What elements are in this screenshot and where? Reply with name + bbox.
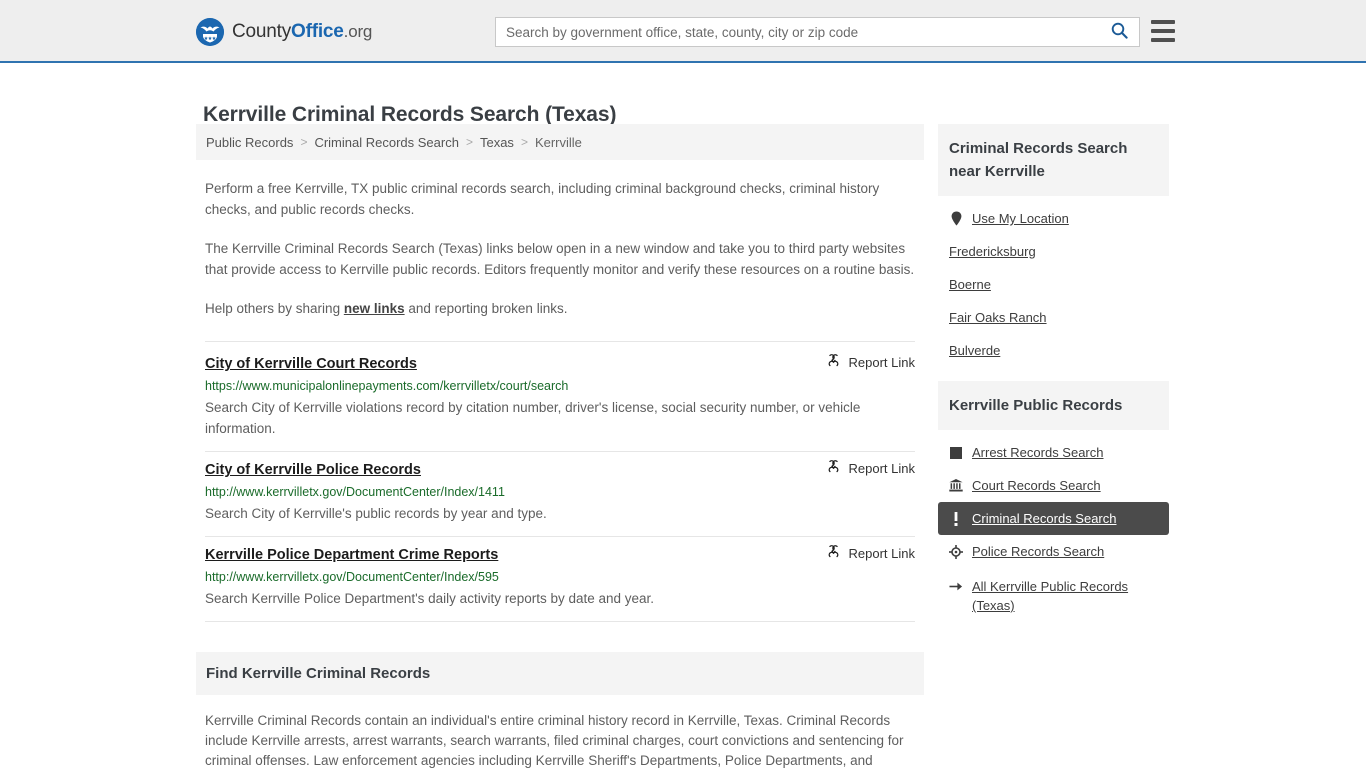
search-button[interactable]: [1099, 18, 1139, 46]
find-records-heading: Find Kerrville Criminal Records: [196, 652, 924, 695]
search-input[interactable]: [496, 19, 1099, 45]
record-link-description: Search Kerrville Police Department's dai…: [205, 591, 655, 606]
sidebar-item-label[interactable]: Bulverde: [949, 343, 1000, 358]
breadcrumb-separator: >: [300, 135, 308, 149]
arrow-right-icon: [949, 579, 963, 593]
main-content: Public Records > Criminal Records Search…: [196, 124, 924, 768]
find-records-body: Kerrville Criminal Records contain an in…: [205, 713, 904, 768]
sidebar-item-label[interactable]: Fair Oaks Ranch: [949, 310, 1047, 325]
intro-text: Perform a free Kerrville, TX public crim…: [196, 178, 924, 319]
sidebar-item-use-my-location[interactable]: Use My Location: [938, 202, 1169, 235]
intro-p3-after: and reporting broken links.: [404, 301, 568, 316]
sidebar-item-court-records-search[interactable]: Court Records Search: [938, 469, 1169, 502]
sidebar-item-label[interactable]: Arrest Records Search: [972, 445, 1104, 460]
record-links-list: City of Kerrville Court Records Report L…: [196, 341, 924, 622]
site-header: CountyOffice.org: [0, 0, 1366, 63]
sidebar: Criminal Records Search near Kerrville U…: [938, 124, 1169, 624]
site-logo[interactable]: CountyOffice.org: [196, 18, 372, 46]
record-link-description: Search City of Kerrville violations reco…: [205, 400, 861, 436]
list-item: City of Kerrville Court Records Report L…: [205, 341, 915, 452]
breadcrumb-item-texas[interactable]: Texas: [480, 135, 514, 150]
sidebar-item-label[interactable]: Use My Location: [972, 211, 1069, 226]
logo-text-org: .org: [343, 22, 373, 41]
link-header-row: City of Kerrville Court Records Report L…: [205, 353, 915, 372]
intro-paragraph-2: The Kerrville Criminal Records Search (T…: [205, 241, 915, 277]
record-link-url: http://www.kerrvilletx.gov/DocumentCente…: [205, 485, 505, 499]
record-link-description: Search City of Kerrville's public record…: [205, 506, 547, 521]
hamburger-bar: [1151, 38, 1175, 42]
sidebar-item-label[interactable]: Court Records Search: [972, 478, 1101, 493]
record-link-url: https://www.municipalonlinepayments.com/…: [205, 379, 569, 393]
breadcrumb-item-public-records[interactable]: Public Records: [206, 135, 293, 150]
report-link-label: Report Link: [848, 460, 915, 476]
find-records-section: Find Kerrville Criminal Records Kerrvill…: [196, 652, 924, 768]
sidebar-item-label[interactable]: All Kerrville Public Records (Texas): [972, 577, 1158, 615]
hamburger-bar: [1151, 29, 1175, 33]
square-icon: [949, 446, 963, 460]
report-link-label: Report Link: [848, 545, 915, 561]
logo-text-county: County: [232, 21, 292, 42]
breadcrumb-separator: >: [465, 135, 473, 149]
sidebar-item-police-records-search[interactable]: Police Records Search: [938, 535, 1169, 568]
broken-link-icon: [826, 353, 841, 371]
report-link-button[interactable]: Report Link: [812, 353, 915, 371]
logo-text: CountyOffice.org: [232, 21, 372, 43]
sidebar-item-fredericksburg[interactable]: Fredericksburg: [938, 235, 1169, 268]
logo-text-office: Office: [291, 21, 344, 42]
location-pin-icon: [949, 211, 963, 226]
search-icon: [1111, 22, 1128, 42]
intro-paragraph-3: Help others by sharing new links and rep…: [205, 298, 915, 319]
intro-p3-before: Help others by sharing: [205, 301, 344, 316]
police-badge-icon: [949, 544, 963, 559]
sidebar-item-label[interactable]: Boerne: [949, 277, 991, 292]
report-link-button[interactable]: Report Link: [812, 544, 915, 562]
list-item: Kerrville Police Department Crime Report…: [205, 537, 915, 622]
sidebar-item-bulverde[interactable]: Bulverde: [938, 334, 1169, 367]
intro-paragraph-1: Perform a free Kerrville, TX public crim…: [205, 181, 880, 217]
courthouse-icon: [949, 479, 963, 493]
eagle-shield-icon: [196, 18, 224, 46]
broken-link-icon: [826, 544, 841, 562]
sidebar-item-label[interactable]: Criminal Records Search: [972, 511, 1117, 526]
report-link-label: Report Link: [848, 354, 915, 370]
link-header-row: Kerrville Police Department Crime Report…: [205, 544, 915, 563]
record-link-title[interactable]: City of Kerrville Court Records: [205, 356, 417, 372]
record-link-title[interactable]: City of Kerrville Police Records: [205, 462, 421, 478]
sidebar-item-label[interactable]: Police Records Search: [972, 544, 1104, 559]
sidebar-item-all-kerrville-public-records[interactable]: All Kerrville Public Records (Texas): [938, 568, 1169, 624]
broken-link-icon: [826, 459, 841, 477]
list-item: City of Kerrville Police Records Report …: [205, 452, 915, 537]
sidebar-public-records-list: Arrest Records Search Court Records Sear…: [938, 430, 1169, 624]
breadcrumb-item-kerrville: Kerrville: [534, 134, 582, 150]
report-link-button[interactable]: Report Link: [812, 459, 915, 477]
search-bar[interactable]: [495, 17, 1140, 47]
record-link-title[interactable]: Kerrville Police Department Crime Report…: [205, 547, 498, 563]
exclamation-icon: [949, 511, 963, 526]
breadcrumb-item-criminal-records-search[interactable]: Criminal Records Search: [314, 135, 459, 150]
sidebar-item-fair-oaks-ranch[interactable]: Fair Oaks Ranch: [938, 301, 1169, 334]
sidebar-item-boerne[interactable]: Boerne: [938, 268, 1169, 301]
sidebar-item-criminal-records-search[interactable]: Criminal Records Search: [938, 502, 1169, 535]
link-header-row: City of Kerrville Police Records Report …: [205, 459, 915, 478]
breadcrumb: Public Records > Criminal Records Search…: [196, 124, 924, 160]
breadcrumb-separator: >: [520, 135, 528, 149]
sidebar-nearby-list: Use My Location Fredericksburg Boerne Fa…: [938, 196, 1169, 367]
sidebar-item-label[interactable]: Fredericksburg: [949, 244, 1036, 259]
hamburger-bar: [1151, 20, 1175, 24]
hamburger-menu-icon[interactable]: [1151, 20, 1175, 42]
sidebar-heading-nearby: Criminal Records Search near Kerrville: [938, 124, 1169, 196]
sidebar-item-arrest-records-search[interactable]: Arrest Records Search: [938, 436, 1169, 469]
record-link-url: http://www.kerrvilletx.gov/DocumentCente…: [205, 570, 499, 584]
sidebar-heading-public-records: Kerrville Public Records: [938, 381, 1169, 430]
new-links-link[interactable]: new links: [344, 301, 405, 316]
